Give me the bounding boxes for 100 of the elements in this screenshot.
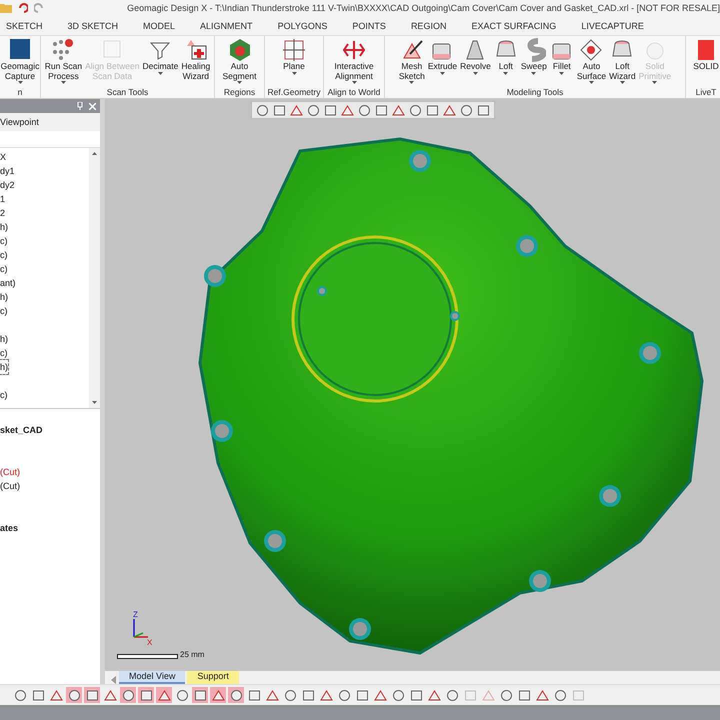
view-icon [194,688,206,702]
view-icon [104,688,116,702]
feature-item[interactable]: (Cut) [0,465,20,479]
toolbar-button[interactable] [282,687,298,703]
close-icon[interactable] [89,102,96,110]
view-icon [338,688,350,702]
feature-item[interactable]: (Cut) [0,479,20,493]
window-title: Geomagic Design X - T:\Indian Thunderstroke 111 V-Twin\BXXXX\CAD Outgoing\Cam Cover\Cam Cover and Gasket_CAD.xrl - [NOT FOR RESALE] [127,3,720,13]
view-icon [358,104,371,116]
feature-item[interactable]: ates [0,521,18,535]
toolbar-button[interactable] [444,687,460,703]
tree-item[interactable]: X [0,150,6,164]
group-label: Scan Tools [106,87,150,98]
tree-item[interactable]: ant) [0,276,16,290]
ribbon-tab[interactable]: REGION [410,20,460,30]
ribbon-tab[interactable]: MODEL [143,20,188,30]
view-icon [307,104,320,116]
toolbar-button[interactable] [174,687,190,703]
view-icon [212,688,224,702]
ribbon-button[interactable]: Fillet [548,38,575,87]
ribbon-button[interactable]: Run Scan Process [44,38,84,87]
tree-item[interactable]: h) [0,290,8,304]
feature-item[interactable]: sket_CAD [0,423,43,437]
tree-item[interactable]: h) [0,332,8,346]
toolbar-button[interactable] [120,687,136,703]
view-icon [290,104,303,116]
view-tab[interactable]: Model View [119,670,186,684]
toolbar-button[interactable] [66,687,82,703]
ribbon-button[interactable]: SOLID [692,38,720,87]
ribbon-button[interactable]: Auto Surface [576,38,608,87]
tool-icon [282,38,306,62]
toolbar-button[interactable] [12,687,28,703]
toolbar-button[interactable] [156,687,172,703]
tool-icon [51,38,76,62]
view-icon [284,688,296,702]
ribbon-button[interactable]: Mesh Sketch [398,38,426,87]
tree-item[interactable]: h) [0,220,8,234]
axis-triad-icon [131,617,151,639]
view-icon [14,688,26,702]
view-icon [256,104,269,116]
view-icon [50,688,62,702]
ribbon-tab[interactable]: POINTS [352,20,399,30]
toolbar-button[interactable] [390,687,406,703]
group-label: n [16,87,24,98]
tool-icon [579,38,604,62]
ribbon-button[interactable]: Extrude [426,38,458,87]
toolbar-button[interactable] [552,687,568,703]
ribbon-tab[interactable]: LIVECAPTURE [581,20,657,30]
group-label: Align to World [326,87,382,98]
tree-item[interactable]: 1 [0,192,6,206]
toolbar-button[interactable] [336,687,352,703]
toolbar-button[interactable] [498,687,514,703]
ribbon-button[interactable]: Loft [492,38,519,87]
ribbon-button[interactable]: Loft Wizard [608,38,637,87]
tree-item[interactable]: dy1 [0,164,15,178]
view-icon [500,688,512,702]
view-icon [122,688,134,702]
view-icon [266,688,278,702]
view-icon [477,104,490,116]
ribbon-button[interactable]: Plane [281,38,307,87]
tree-item[interactable]: dy2 [0,178,15,192]
viewpoint-label: Viewpoint [0,113,100,131]
tree-item[interactable]: 2 [0,206,6,220]
pin-icon[interactable] [77,102,83,110]
ribbon-button[interactable]: Healing Wizard [180,38,212,87]
toolbar-button[interactable] [228,687,244,703]
ribbon-tab[interactable]: EXACT SURFACING [471,20,570,30]
tree-item[interactable]: h) [0,360,8,374]
toolbar-button[interactable] [138,687,154,703]
view-icon [248,688,260,702]
tree-item[interactable]: c) [0,262,8,276]
view-icon [426,104,439,116]
scale-bar-icon [117,654,178,659]
ribbon-tab[interactable]: POLYGONS [278,20,340,30]
tool-icon [8,38,32,62]
ribbon-button[interactable]: Geomagic Capture [0,38,40,87]
ribbon-tab[interactable]: SKETCH [6,20,56,30]
tree-item[interactable]: c) [0,304,8,318]
ribbon-button[interactable]: Auto Segment [221,38,258,87]
tree-item[interactable]: c) [0,234,8,248]
view-icon [341,104,354,116]
tree-item[interactable]: c) [0,248,8,262]
scale-label: 25 mm [180,650,204,659]
ribbon-button[interactable]: Sweep [520,38,548,87]
ribbon-tab[interactable]: ALIGNMENT [200,20,266,30]
ribbon-button[interactable]: Decimate [141,38,180,87]
view-tab[interactable]: Support [187,670,239,684]
group-label: Regions [222,87,256,98]
view-icon [554,688,566,702]
view-icon [446,688,458,702]
ribbon-button[interactable]: Revolve [459,38,492,87]
ribbon-tab[interactable]: 3D SKETCH [68,20,132,30]
undo-icon[interactable] [18,3,28,13]
toolbar-button[interactable] [192,687,208,703]
ribbon-button[interactable]: Interactive Alignment [333,38,375,87]
tree-item[interactable]: c) [0,388,8,402]
tree-item[interactable]: c) [0,346,8,360]
toolbar-button[interactable] [210,687,226,703]
view-icon [68,688,80,702]
toolbar-button[interactable] [84,687,100,703]
